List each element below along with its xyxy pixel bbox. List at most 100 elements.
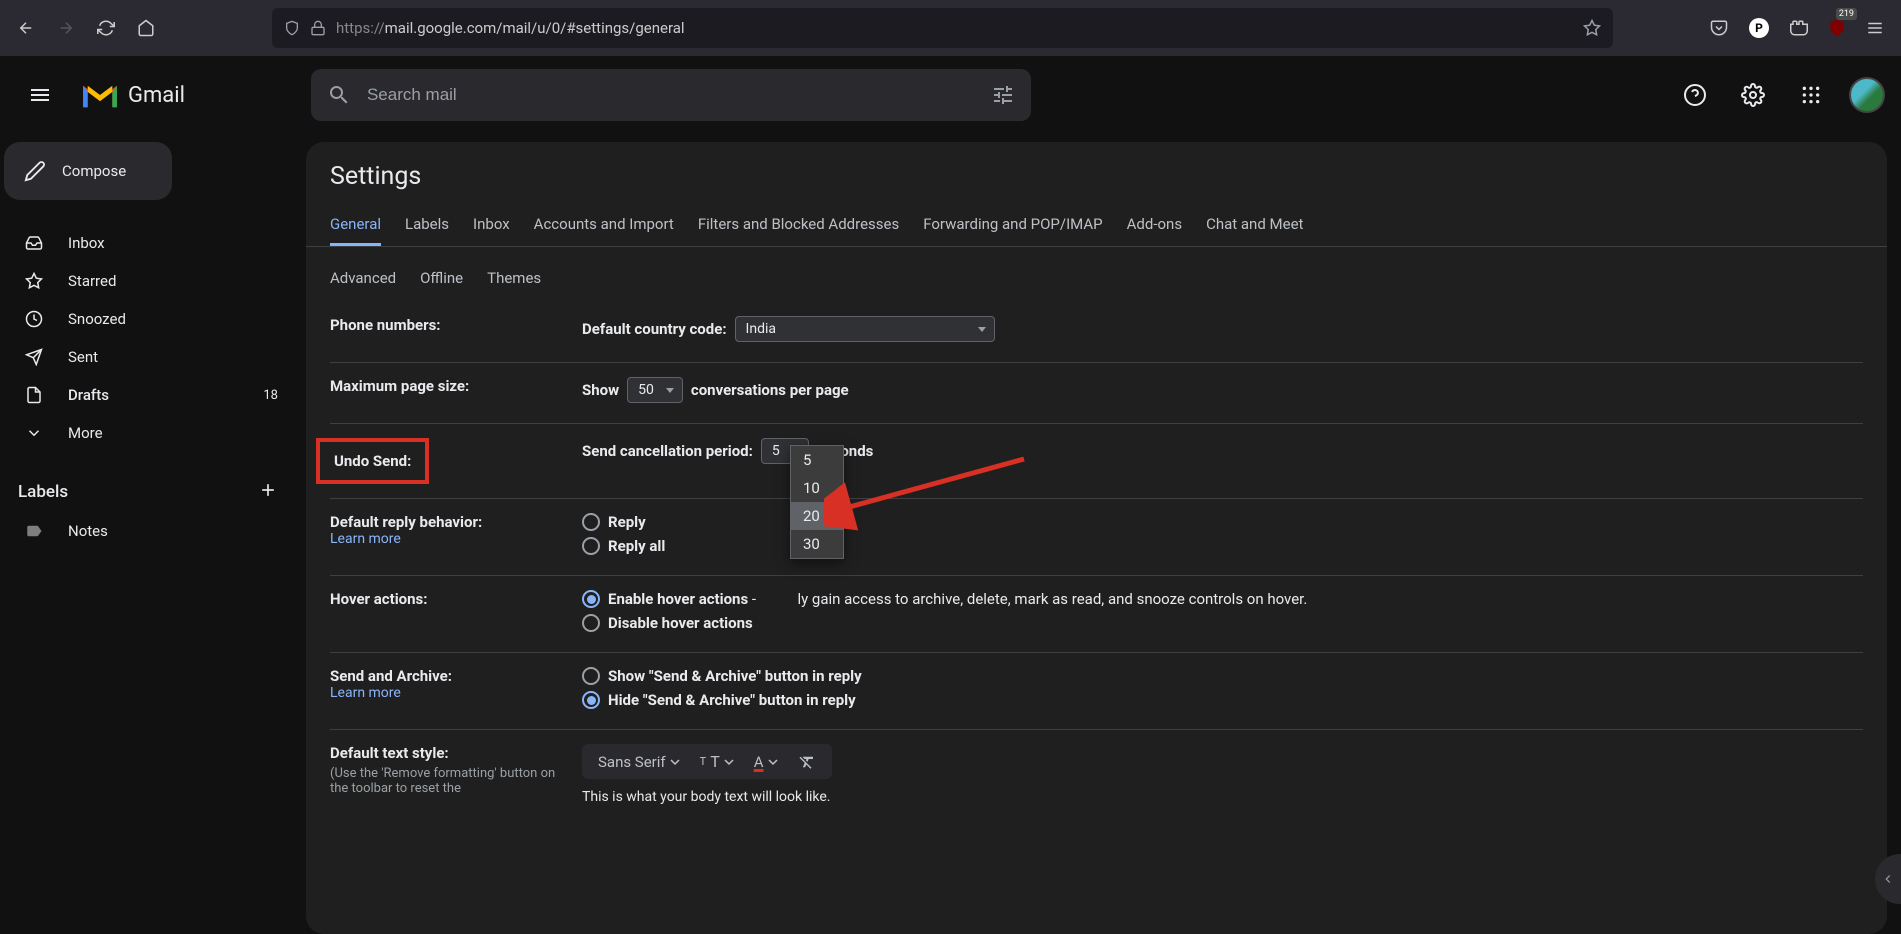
radio-hover-enable[interactable] — [582, 590, 600, 608]
add-label-button[interactable] — [258, 480, 278, 504]
pocket-icon[interactable] — [1701, 10, 1737, 46]
tab-inbox[interactable]: Inbox — [473, 205, 510, 246]
compose-label: Compose — [62, 162, 126, 180]
radio-reply-all[interactable] — [582, 537, 600, 555]
tab-forwarding[interactable]: Forwarding and POP/IMAP — [923, 205, 1102, 246]
text-toolbar: Sans Serif TT A — [582, 744, 832, 779]
pencil-icon — [24, 160, 46, 182]
reload-button[interactable] — [88, 10, 124, 46]
labels-title: Labels — [18, 482, 68, 502]
dropdown-item-10[interactable]: 10 — [791, 474, 843, 502]
nav-label: Notes — [68, 522, 278, 540]
undo-highlight: Undo Send: — [316, 438, 429, 484]
setting-undo-send: Undo Send: Send cancellation period: 5 s… — [330, 424, 1863, 499]
setting-textstyle: Default text style: (Use the 'Remove for… — [330, 730, 1863, 819]
tab-chat[interactable]: Chat and Meet — [1206, 205, 1303, 246]
help-button[interactable] — [1675, 75, 1715, 115]
pagesize-label: Maximum page size: — [330, 377, 566, 395]
sidebar-item-sent[interactable]: Sent — [0, 338, 296, 376]
tab-advanced[interactable]: Advanced — [330, 259, 396, 300]
url-bar[interactable]: https://mail.google.com/mail/u/0/#settin… — [272, 8, 1613, 48]
sidebar-item-snoozed[interactable]: Snoozed — [0, 300, 296, 338]
radio-archive-show[interactable] — [582, 667, 600, 685]
archive-opt1: Show "Send & Archive" button in reply — [608, 667, 862, 685]
dropdown-item-30[interactable]: 30 — [791, 530, 843, 558]
setting-hover: Hover actions: Enable hover actions - Qu… — [330, 576, 1863, 653]
sidebar: Compose Inbox Starred Snoozed Sent Draft… — [0, 134, 296, 934]
country-select[interactable]: India — [735, 316, 995, 342]
hover-opt1: Enable hover actions — [608, 590, 748, 608]
hover-label: Hover actions: — [330, 590, 566, 608]
main-menu-button[interactable] — [16, 71, 64, 119]
sidebar-item-more[interactable]: More — [0, 414, 296, 452]
radio-reply[interactable] — [582, 513, 600, 531]
ublock-icon[interactable]: 219 — [1821, 12, 1853, 44]
undo-dropdown[interactable]: 5 10 20 30 — [790, 445, 844, 559]
extension-p-icon[interactable]: P — [1741, 10, 1777, 46]
ext-badge-count: 219 — [1836, 8, 1857, 20]
app-header: Gmail — [0, 56, 1901, 134]
reply-opt2: Reply all — [608, 537, 665, 555]
pagesize-select[interactable]: 50 — [627, 377, 683, 403]
tab-general[interactable]: General — [330, 205, 381, 246]
radio-hover-disable[interactable] — [582, 614, 600, 632]
search-input[interactable] — [367, 85, 975, 105]
archive-learn[interactable]: Learn more — [330, 685, 566, 701]
sidebar-item-inbox[interactable]: Inbox — [0, 224, 296, 262]
setting-archive: Send and Archive: Learn more Show "Send … — [330, 653, 1863, 730]
phone-value-label: Default country code: — [582, 320, 727, 338]
archive-opt2: Hide "Send & Archive" button in reply — [608, 691, 856, 709]
file-icon — [24, 386, 44, 404]
extensions-icon[interactable] — [1781, 10, 1817, 46]
forward-button[interactable] — [48, 10, 84, 46]
settings-button[interactable] — [1733, 75, 1773, 115]
undo-value-label: Send cancellation period: — [582, 442, 753, 460]
tabs-row-2: Advanced Offline Themes — [306, 247, 1887, 312]
tab-themes[interactable]: Themes — [487, 259, 541, 300]
chevron-down-icon — [670, 757, 680, 767]
url-text: https://mail.google.com/mail/u/0/#settin… — [336, 19, 1573, 37]
star-icon — [24, 272, 44, 290]
compose-button[interactable]: Compose — [4, 142, 172, 200]
avatar[interactable] — [1849, 77, 1885, 113]
search-bar[interactable] — [311, 69, 1031, 121]
sidebar-label-notes[interactable]: Notes — [0, 512, 296, 550]
tab-offline[interactable]: Offline — [420, 259, 463, 300]
tab-accounts[interactable]: Accounts and Import — [534, 205, 674, 246]
chevron-down-icon — [24, 424, 44, 442]
bookmark-star-icon[interactable] — [1583, 19, 1601, 37]
hover-opt2: Disable hover actions — [608, 614, 753, 632]
tab-filters[interactable]: Filters and Blocked Addresses — [698, 205, 899, 246]
nav-label: More — [68, 424, 278, 442]
sidebar-item-drafts[interactable]: Drafts 18 — [0, 376, 296, 414]
home-button[interactable] — [128, 10, 164, 46]
gmail-logo[interactable]: Gmail — [80, 79, 185, 111]
reply-label: Default reply behavior: — [330, 513, 566, 531]
remove-format-button[interactable] — [798, 753, 816, 771]
font-family-select[interactable]: Sans Serif — [598, 753, 680, 771]
settings-body: Phone numbers: Default country code: Ind… — [306, 312, 1887, 819]
archive-label: Send and Archive: — [330, 667, 566, 685]
radio-archive-hide[interactable] — [582, 691, 600, 709]
menu-button[interactable] — [1857, 10, 1893, 46]
tab-labels[interactable]: Labels — [405, 205, 449, 246]
back-button[interactable] — [8, 10, 44, 46]
tab-addons[interactable]: Add-ons — [1127, 205, 1182, 246]
font-size-select[interactable]: TT — [700, 752, 734, 771]
reply-learn[interactable]: Learn more — [330, 531, 566, 547]
label-icon — [24, 522, 44, 540]
pagesize-show: Show — [582, 381, 619, 399]
tabs-row-1: General Labels Inbox Accounts and Import… — [306, 205, 1887, 247]
header-right — [1675, 75, 1885, 115]
apps-button[interactable] — [1791, 75, 1831, 115]
textstyle-preview: This is what your body text will look li… — [582, 789, 1863, 805]
content: Settings General Labels Inbox Accounts a… — [296, 134, 1901, 934]
dropdown-item-20[interactable]: 20 — [791, 502, 843, 530]
tune-icon[interactable] — [991, 83, 1015, 107]
chevron-down-icon — [768, 757, 778, 767]
sidebar-item-starred[interactable]: Starred — [0, 262, 296, 300]
text-color-select[interactable]: A — [754, 753, 778, 771]
nav-label: Sent — [68, 348, 278, 366]
setting-phone: Phone numbers: Default country code: Ind… — [330, 312, 1863, 363]
dropdown-item-5[interactable]: 5 — [791, 446, 843, 474]
